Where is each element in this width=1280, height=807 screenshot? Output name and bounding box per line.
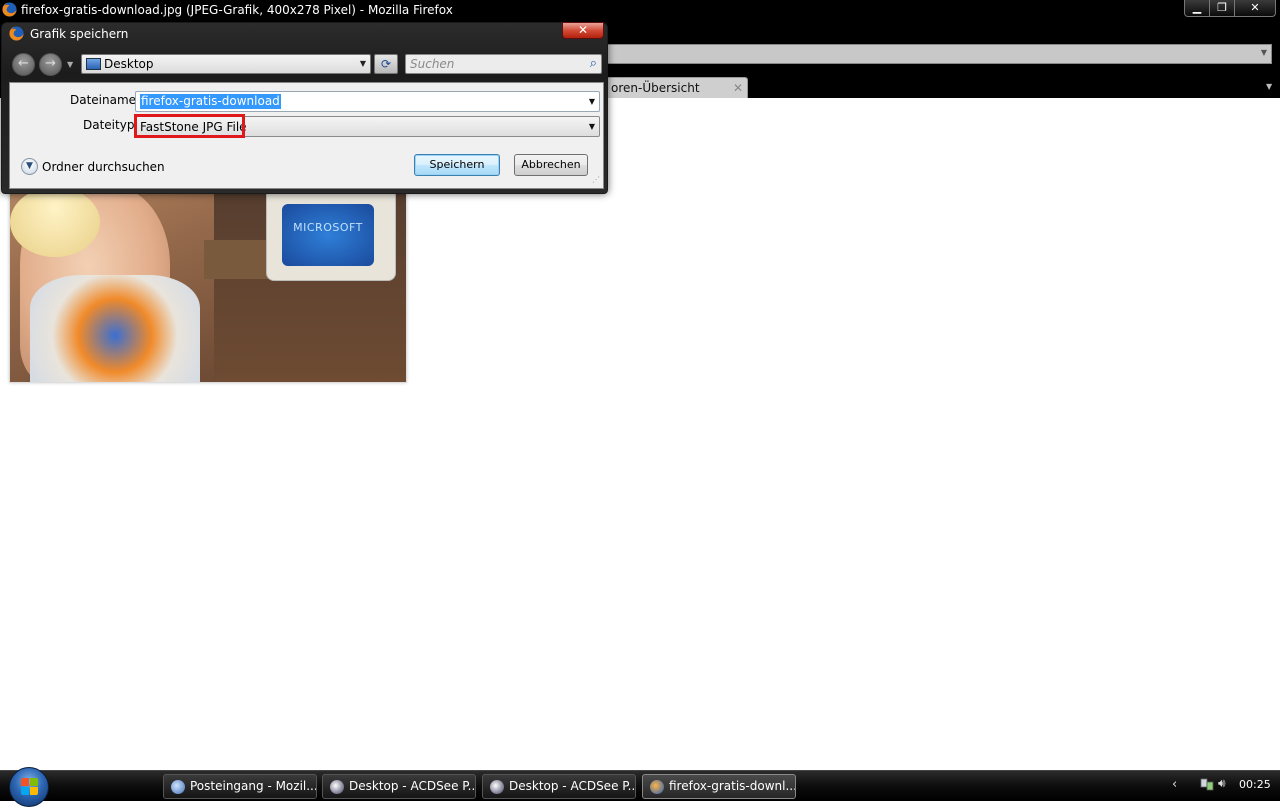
firefox-titlebar[interactable]: firefox-gratis-download.jpg (JPEG-Grafik… — [0, 0, 1280, 20]
taskbar: Posteingang - Mozil... Desktop - ACDSee … — [0, 767, 1280, 807]
start-button[interactable] — [9, 767, 49, 807]
taskbar-item-thunderbird[interactable]: Posteingang - Mozil... — [163, 774, 317, 799]
filename-dropdown-icon[interactable]: ▼ — [589, 97, 595, 106]
back-arrow-icon[interactable]: ← — [12, 53, 35, 76]
close-window-button[interactable]: ✕ — [1234, 0, 1276, 17]
taskbar-item-label: firefox-gratis-downl... — [669, 779, 796, 793]
location-dropdown-icon[interactable]: ▼ — [360, 59, 366, 68]
taskbar-item-acdsee-2[interactable]: Desktop - ACDSee P... — [482, 774, 636, 799]
desktop-icon — [86, 58, 101, 70]
search-input[interactable] — [410, 56, 578, 72]
search-box[interactable]: ⌕ — [405, 54, 602, 74]
location-breadcrumb[interactable]: Desktop ▼ — [81, 54, 371, 74]
taskbar-item-firefox[interactable]: firefox-gratis-downl... — [642, 774, 796, 799]
filename-label: Dateiname: — [70, 93, 141, 107]
browser-tab[interactable]: oren-Übersicht ✕ — [596, 77, 748, 98]
image-firefox-shirt — [30, 275, 200, 382]
tab-list-arrow-icon[interactable]: ▼ — [1266, 82, 1272, 91]
resize-grip-icon[interactable]: ⋰ — [592, 175, 600, 184]
acdsee-icon — [330, 780, 344, 794]
firefox-icon — [650, 780, 664, 794]
red-highlight-annotation — [134, 114, 245, 138]
network-icon[interactable] — [1200, 777, 1214, 791]
image-hair — [10, 187, 100, 257]
minimize-button[interactable]: ▁ — [1184, 0, 1210, 17]
refresh-icon[interactable]: ⟳ — [374, 54, 398, 74]
filetype-label: Dateityp: — [83, 118, 139, 132]
cancel-button[interactable]: Abbrechen — [514, 154, 588, 176]
location-text: Desktop — [104, 57, 154, 71]
dialog-close-button[interactable]: ✕ — [562, 22, 604, 39]
search-icon[interactable]: ⌕ — [590, 56, 597, 71]
taskbar-item-label: Desktop - ACDSee P... — [349, 779, 476, 793]
tab-label: oren-Übersicht — [611, 81, 700, 95]
image-desk — [204, 240, 274, 279]
thunderbird-icon — [171, 780, 185, 794]
maximize-button[interactable]: ❐ — [1209, 0, 1235, 17]
filename-field[interactable]: firefox-gratis-download ▼ — [135, 91, 600, 112]
dialog-titlebar[interactable]: Grafik speichern ✕ — [2, 22, 607, 47]
filetype-dropdown-icon[interactable]: ▼ — [589, 122, 595, 131]
firefox-logo-icon — [9, 26, 24, 41]
dialog-title: Grafik speichern — [30, 27, 129, 41]
acdsee-icon — [490, 780, 504, 794]
filename-value[interactable]: firefox-gratis-download — [140, 94, 281, 109]
tab-close-icon[interactable]: ✕ — [733, 78, 743, 98]
clock[interactable]: 00:25 — [1239, 778, 1271, 791]
browse-folders-label[interactable]: Ordner durchsuchen — [42, 160, 165, 174]
save-image-dialog: Grafik speichern ✕ ← → ▼ Desktop ▼ ⟳ ⌕ D… — [1, 22, 608, 194]
taskbar-item-label: Posteingang - Mozil... — [190, 779, 317, 793]
url-history-dropdown-icon[interactable]: ▼ — [1261, 48, 1267, 57]
show-hidden-icons-icon[interactable]: ‹ — [1172, 777, 1177, 792]
save-button[interactable]: Speichern — [414, 154, 500, 176]
firefox-logo-icon — [2, 2, 17, 17]
forward-arrow-icon[interactable]: → — [39, 53, 62, 76]
url-bar[interactable]: ▼ — [596, 44, 1272, 64]
taskbar-item-acdsee-1[interactable]: Desktop - ACDSee P... — [322, 774, 476, 799]
firefox-window-title: firefox-gratis-download.jpg (JPEG-Grafik… — [21, 3, 453, 17]
taskbar-item-label: Desktop - ACDSee P... — [509, 779, 636, 793]
image-monitor-screen: MICROSOFT — [282, 204, 374, 266]
volume-icon[interactable]: 🔊︎ — [1218, 776, 1226, 791]
expand-folders-icon[interactable]: ▼ — [21, 158, 38, 175]
recent-locations-dropdown-icon[interactable]: ▼ — [67, 60, 73, 69]
windows-logo-icon — [21, 778, 39, 796]
